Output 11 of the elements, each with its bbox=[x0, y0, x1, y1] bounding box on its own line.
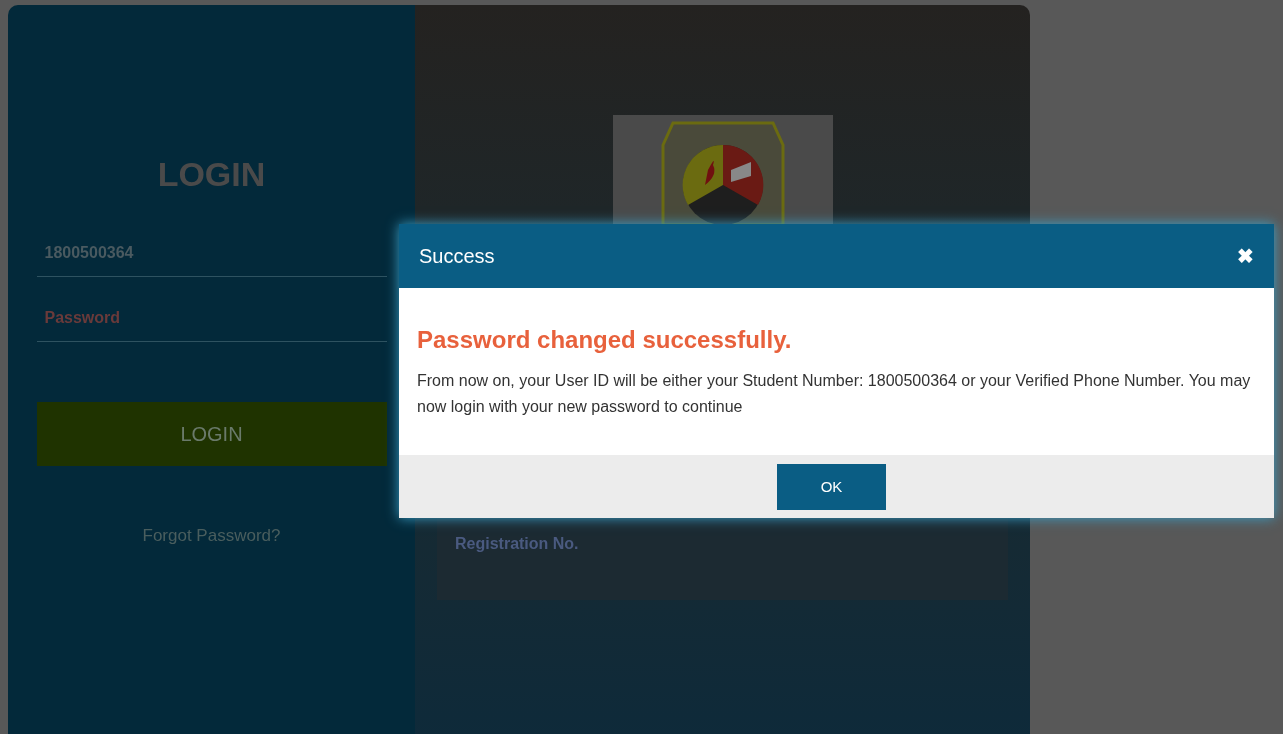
close-button[interactable]: ✖ bbox=[1237, 244, 1254, 268]
forgot-password-link[interactable]: Forgot Password? bbox=[142, 526, 281, 546]
login-button[interactable]: LOGIN bbox=[36, 402, 387, 466]
user-id-field[interactable]: 1800500364 bbox=[36, 230, 387, 277]
login-title: LOGIN bbox=[157, 155, 266, 194]
ok-button[interactable]: OK bbox=[777, 463, 886, 510]
info-note-text: Registration No. bbox=[455, 535, 580, 553]
success-message: From now on, your User ID will be either your Student Number: 1800500364 or your Verified Phone Number. You may now login with your new password to continue bbox=[417, 371, 1252, 417]
success-heading: Password changed successfully. bbox=[417, 326, 793, 354]
password-field[interactable]: Password bbox=[36, 295, 387, 342]
dialog-title: Success bbox=[419, 244, 495, 268]
